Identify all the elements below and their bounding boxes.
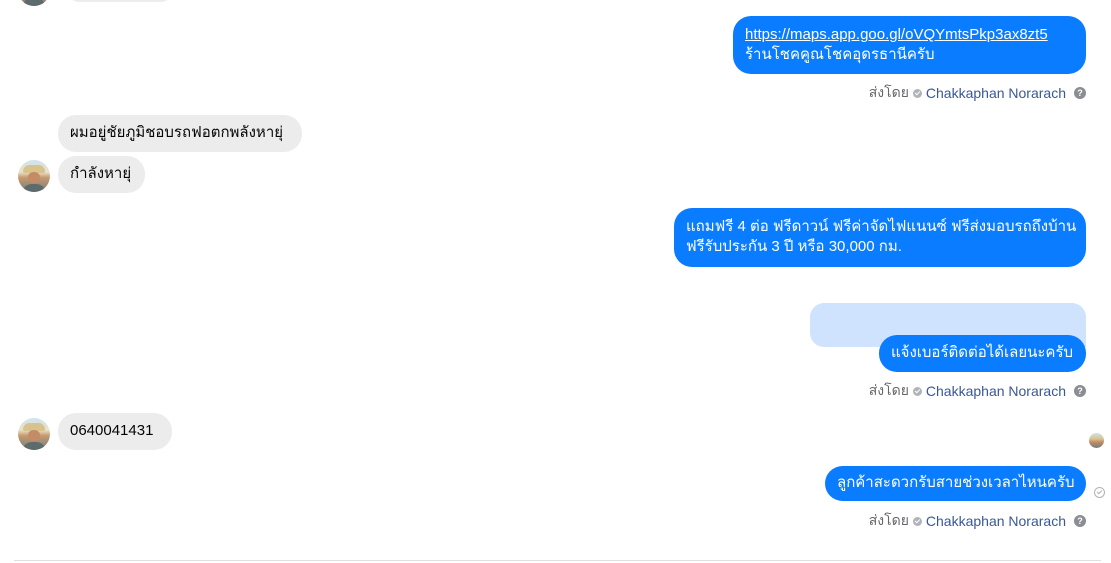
composer-divider [14, 560, 1101, 561]
avatar[interactable] [18, 0, 50, 6]
sent-by-prefix: ส่งโดย [868, 512, 909, 528]
message-text: ลูกค้าสะดวกรับสายช่วงเวลาไหนครับ [837, 474, 1075, 491]
message-bubble-incoming[interactable]: ผมอยู่ชัยภูมิชอบรถฟอตกพลังหายุ่ [58, 115, 302, 152]
message-bubble-outgoing[interactable]: ลูกค้าสะดวกรับสายช่วงเวลาไหนครับ [825, 466, 1086, 501]
message-bubble-incoming[interactable]: กำลังหายุ่ [58, 156, 145, 193]
sent-by-label: ส่งโดย Chakkaphan Norarach ? [869, 510, 1086, 532]
avatar[interactable] [18, 160, 50, 192]
maps-link[interactable]: https://maps.app.goo.gl/oVQYmtsPkp3ax8zt… [745, 26, 1048, 43]
sent-by-prefix: ส่งโดย [868, 382, 909, 398]
message-bubble-incoming[interactable]: 0640041431 [58, 413, 172, 450]
sent-by-label: ส่งโดย Chakkaphan Norarach ? [869, 380, 1086, 402]
sender-name[interactable]: Chakkaphan Norarach [926, 85, 1066, 101]
help-icon[interactable]: ? [1074, 515, 1086, 527]
message-bubble-outgoing[interactable]: แจ้งเบอร์ติดต่อได้เลยนะครับ [879, 335, 1086, 372]
message-text-line: ฟรีรับประกัน 3 ปี หรือ 30,000 กม. [686, 238, 902, 255]
message-bubble-outgoing[interactable]: https://maps.app.goo.gl/oVQYmtsPkp3ax8zt… [733, 16, 1086, 74]
message-bubble-outgoing[interactable]: แถมฟรี 4 ต่อ ฟรีดาวน์ ฟรีค่าจัดไฟแนนซ์ ฟ… [674, 208, 1086, 267]
sender-name[interactable]: Chakkaphan Norarach [926, 513, 1066, 529]
sent-by-prefix: ส่งโดย [868, 84, 909, 100]
message-text: กำลังหายุ่ [70, 165, 132, 182]
message-text: ร้านโชคคูณโชคอุดรธานีครับ [745, 46, 935, 63]
message-text: แจ้งเบอร์ติดต่อได้เลยนะครับ [891, 344, 1074, 361]
verified-check-icon [912, 386, 922, 396]
avatar[interactable] [18, 418, 50, 450]
message-text: 0640041431 [70, 422, 154, 439]
message-text-line: แถมฟรี 4 ต่อ ฟรีดาวน์ ฟรีค่าจัดไฟแนนซ์ ฟ… [686, 218, 1077, 235]
verified-check-icon [912, 516, 922, 526]
help-icon[interactable]: ? [1074, 385, 1086, 397]
message-bubble-incoming[interactable] [68, 0, 172, 2]
sent-by-label: ส่งโดย Chakkaphan Norarach ? [869, 82, 1086, 104]
sent-status-icon [1094, 487, 1105, 498]
message-text: ผมอยู่ชัยภูมิชอบรถฟอตกพลังหายุ่ [70, 124, 284, 141]
seen-avatar [1089, 433, 1104, 448]
sender-name[interactable]: Chakkaphan Norarach [926, 383, 1066, 399]
verified-check-icon [912, 88, 922, 98]
help-icon[interactable]: ? [1074, 87, 1086, 99]
